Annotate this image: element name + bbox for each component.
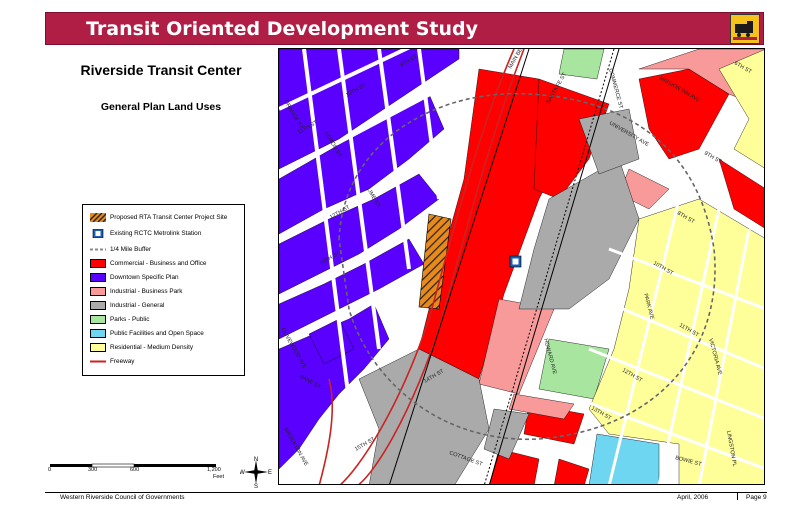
legend-label: Proposed RTA Transit Center Project Site bbox=[110, 213, 228, 221]
legend-label: Existing RCTC Metrolink Station bbox=[110, 229, 202, 237]
legend-label: Downtown Specific Plan bbox=[110, 273, 179, 281]
north-arrow-icon: N S E W bbox=[240, 457, 272, 488]
footer-divider bbox=[45, 492, 767, 493]
metrolink-station-icon[interactable] bbox=[509, 255, 522, 268]
organization-logo bbox=[730, 14, 760, 44]
scale-bar bbox=[50, 463, 216, 468]
legend-item-station: Existing RCTC Metrolink Station bbox=[90, 227, 201, 239]
street-label: 9TH ST bbox=[703, 151, 723, 166]
legend-item-buffer: 1/4 Mile Buffer bbox=[90, 243, 151, 255]
legend-item-public-facilities: Public Facilities and Open Space bbox=[90, 327, 204, 339]
legend-label: Commercial - Business and Office bbox=[110, 259, 207, 267]
train-logo-icon bbox=[731, 15, 759, 43]
hatch-swatch-icon bbox=[90, 212, 106, 222]
legend-item-residential: Residential - Medium Density bbox=[90, 341, 193, 353]
west-label: W bbox=[240, 470, 245, 476]
map-title: Riverside Transit Center bbox=[80, 62, 242, 78]
footer-organization: Western Riverside Council of Governments bbox=[60, 494, 185, 501]
legend-label: Industrial - General bbox=[110, 301, 165, 309]
scale-label: 300 bbox=[88, 467, 98, 473]
legend-item-business-park: Industrial - Business Park bbox=[90, 285, 182, 297]
map-subtitle: General Plan Land Uses bbox=[100, 101, 222, 113]
scale-label: 600 bbox=[130, 467, 140, 473]
page-title: Transit Oriented Development Study bbox=[86, 18, 479, 40]
map-legend: Proposed RTA Transit Center Project Site… bbox=[82, 204, 245, 376]
street-label: COMMERCE ST bbox=[607, 68, 624, 110]
legend-item-parks: Parks - Public bbox=[90, 313, 149, 325]
footer-date: April, 2006 bbox=[677, 494, 709, 501]
legend-item-project-site: Proposed RTA Transit Center Project Site bbox=[90, 211, 227, 223]
legend-label: Industrial - Business Park bbox=[110, 287, 183, 295]
parks-swatch bbox=[90, 314, 106, 324]
legend-item-commercial: Commercial - Business and Office bbox=[90, 257, 207, 269]
footer-page-number: Page 9 bbox=[746, 494, 767, 501]
south-label: S bbox=[254, 484, 258, 488]
east-label: E bbox=[268, 470, 272, 476]
map-canvas: 9TH ST 10TH ST 11TH ST 12TH ST 13TH ST 1… bbox=[279, 49, 764, 484]
legend-label: Residential - Medium Density bbox=[110, 343, 194, 351]
street-label: 15TH ST bbox=[354, 436, 377, 453]
business-park-swatch bbox=[90, 286, 106, 296]
industrial-swatch bbox=[90, 300, 106, 310]
commercial-swatch bbox=[90, 258, 106, 268]
street-label: MAIN BEACH ST bbox=[508, 49, 535, 70]
land-use-map[interactable]: 9TH ST 10TH ST 11TH ST 12TH ST 13TH ST 1… bbox=[278, 48, 765, 485]
scale-label: 1,200 bbox=[207, 467, 221, 473]
public-facility-parcel bbox=[589, 433, 660, 484]
footer-separator bbox=[737, 492, 738, 500]
north-label: N bbox=[254, 457, 258, 463]
downtown-swatch bbox=[90, 272, 106, 282]
station-icon bbox=[92, 228, 104, 238]
residential-swatch bbox=[90, 342, 106, 352]
header-banner: Transit Oriented Development Study bbox=[45, 12, 764, 45]
scale-unit: Feet bbox=[213, 474, 225, 480]
legend-item-downtown: Downtown Specific Plan bbox=[90, 271, 179, 283]
legend-label: Parks - Public bbox=[110, 315, 150, 323]
legend-label: Public Facilities and Open Space bbox=[110, 329, 204, 337]
scale-label: 0 bbox=[48, 467, 52, 473]
freeway-line-icon bbox=[90, 360, 106, 362]
public-facilities-swatch bbox=[90, 328, 106, 338]
legend-item-freeway: Freeway bbox=[90, 355, 135, 367]
legend-label: Freeway bbox=[110, 357, 135, 365]
legend-item-industrial: Industrial - General bbox=[90, 299, 164, 311]
legend-label: 1/4 Mile Buffer bbox=[110, 245, 152, 253]
dashed-line-icon bbox=[90, 248, 106, 250]
